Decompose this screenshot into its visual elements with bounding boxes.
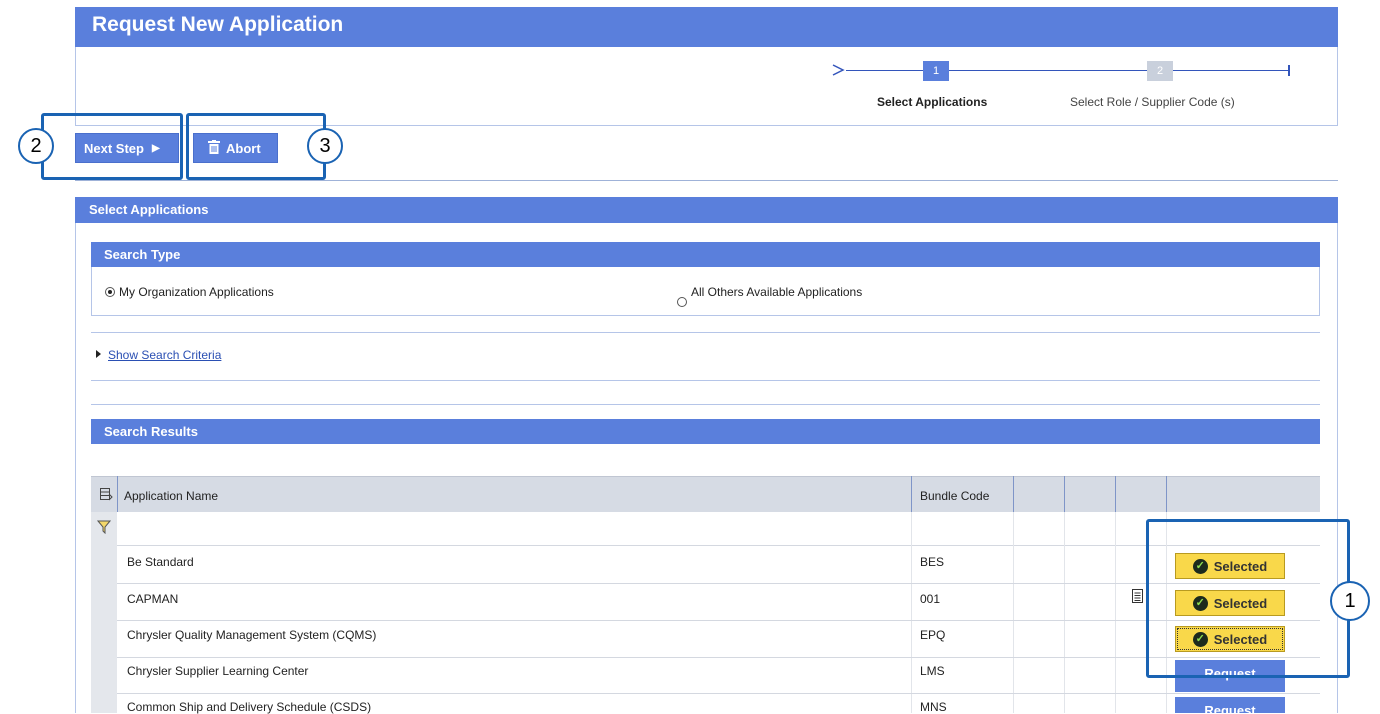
col-divider [117, 476, 118, 512]
app-name-cell: CAPMAN [127, 592, 179, 606]
col-header-bundle-code[interactable]: Bundle Code [920, 489, 989, 503]
divider [91, 332, 1320, 333]
row-divider [117, 620, 1320, 621]
bundle-code-cell: 001 [920, 592, 941, 606]
column-chooser-icon[interactable] [100, 488, 113, 504]
filter-col-divider [911, 512, 912, 713]
divider [91, 380, 1320, 381]
table-header [91, 476, 1320, 512]
expand-triangle-icon[interactable] [96, 350, 101, 358]
radio-my-org[interactable] [105, 287, 115, 297]
wizard-step-2-label: Select Role / Supplier Code (s) [1070, 95, 1235, 109]
callout-box-selected [1146, 519, 1350, 678]
show-search-criteria-link[interactable]: Show Search Criteria [108, 348, 221, 362]
wizard-step-2[interactable]: 2 [1147, 61, 1173, 81]
search-type-header: Search Type [91, 242, 1320, 267]
filter-row [117, 512, 1320, 546]
wizard-line [1173, 70, 1289, 71]
col-divider [1115, 476, 1116, 512]
app-name-cell: Common Ship and Delivery Schedule (CSDS) [127, 700, 372, 714]
page-title: Request New Application [92, 13, 344, 36]
col-divider [911, 476, 912, 512]
app-name-cell: Chrysler Quality Management System (CQMS… [127, 628, 377, 642]
col-divider [1013, 476, 1014, 512]
callout-marker-3: 3 [307, 128, 343, 164]
callout-marker-1: 1 [1330, 581, 1370, 621]
col-header-application-name[interactable]: Application Name [124, 489, 218, 503]
row-divider [117, 693, 1320, 694]
toolbar-divider [75, 180, 1338, 181]
callout-marker-2: 2 [18, 128, 54, 164]
wizard-step-1-label: Select Applications [877, 95, 988, 109]
select-applications-header: Select Applications [75, 197, 1338, 223]
row-divider [117, 657, 1320, 658]
document-icon[interactable] [1132, 589, 1143, 606]
radio-all-others-label[interactable]: All Others Available Applications [691, 285, 862, 299]
bundle-code-cell: BES [920, 555, 945, 569]
divider [91, 404, 1320, 405]
wizard-line [846, 70, 923, 71]
wizard-end-mark [1288, 65, 1290, 76]
wizard-step-1[interactable]: 1 [923, 61, 949, 81]
wizard-line [949, 70, 1147, 71]
col-divider [1064, 476, 1065, 512]
app-name-cell: Be Standard [127, 555, 194, 569]
app-name-cell: Chrysler Supplier Learning Center [127, 664, 309, 678]
callout-box-next [41, 113, 183, 180]
filter-col-divider [1064, 512, 1065, 713]
filter-col-divider [1115, 512, 1116, 713]
page-title-bar: Request New Application [75, 7, 1338, 47]
request-button[interactable]: Request [1175, 697, 1285, 713]
radio-my-org-label[interactable]: My Organization Applications [119, 285, 274, 299]
wizard-start-arrow-icon [831, 63, 847, 77]
bundle-code-cell: MNS [920, 700, 947, 714]
row-divider [117, 583, 1320, 584]
col-divider [1166, 476, 1167, 512]
bundle-code-cell: LMS [920, 664, 945, 678]
bundle-code-cell: EPQ [920, 628, 946, 642]
callout-box-abort [186, 113, 326, 180]
filter-col-divider [1013, 512, 1014, 713]
radio-all-others[interactable] [677, 297, 687, 307]
filter-row-gutter [91, 512, 117, 713]
search-results-header: Search Results [91, 419, 1320, 444]
filter-icon[interactable] [96, 520, 112, 537]
